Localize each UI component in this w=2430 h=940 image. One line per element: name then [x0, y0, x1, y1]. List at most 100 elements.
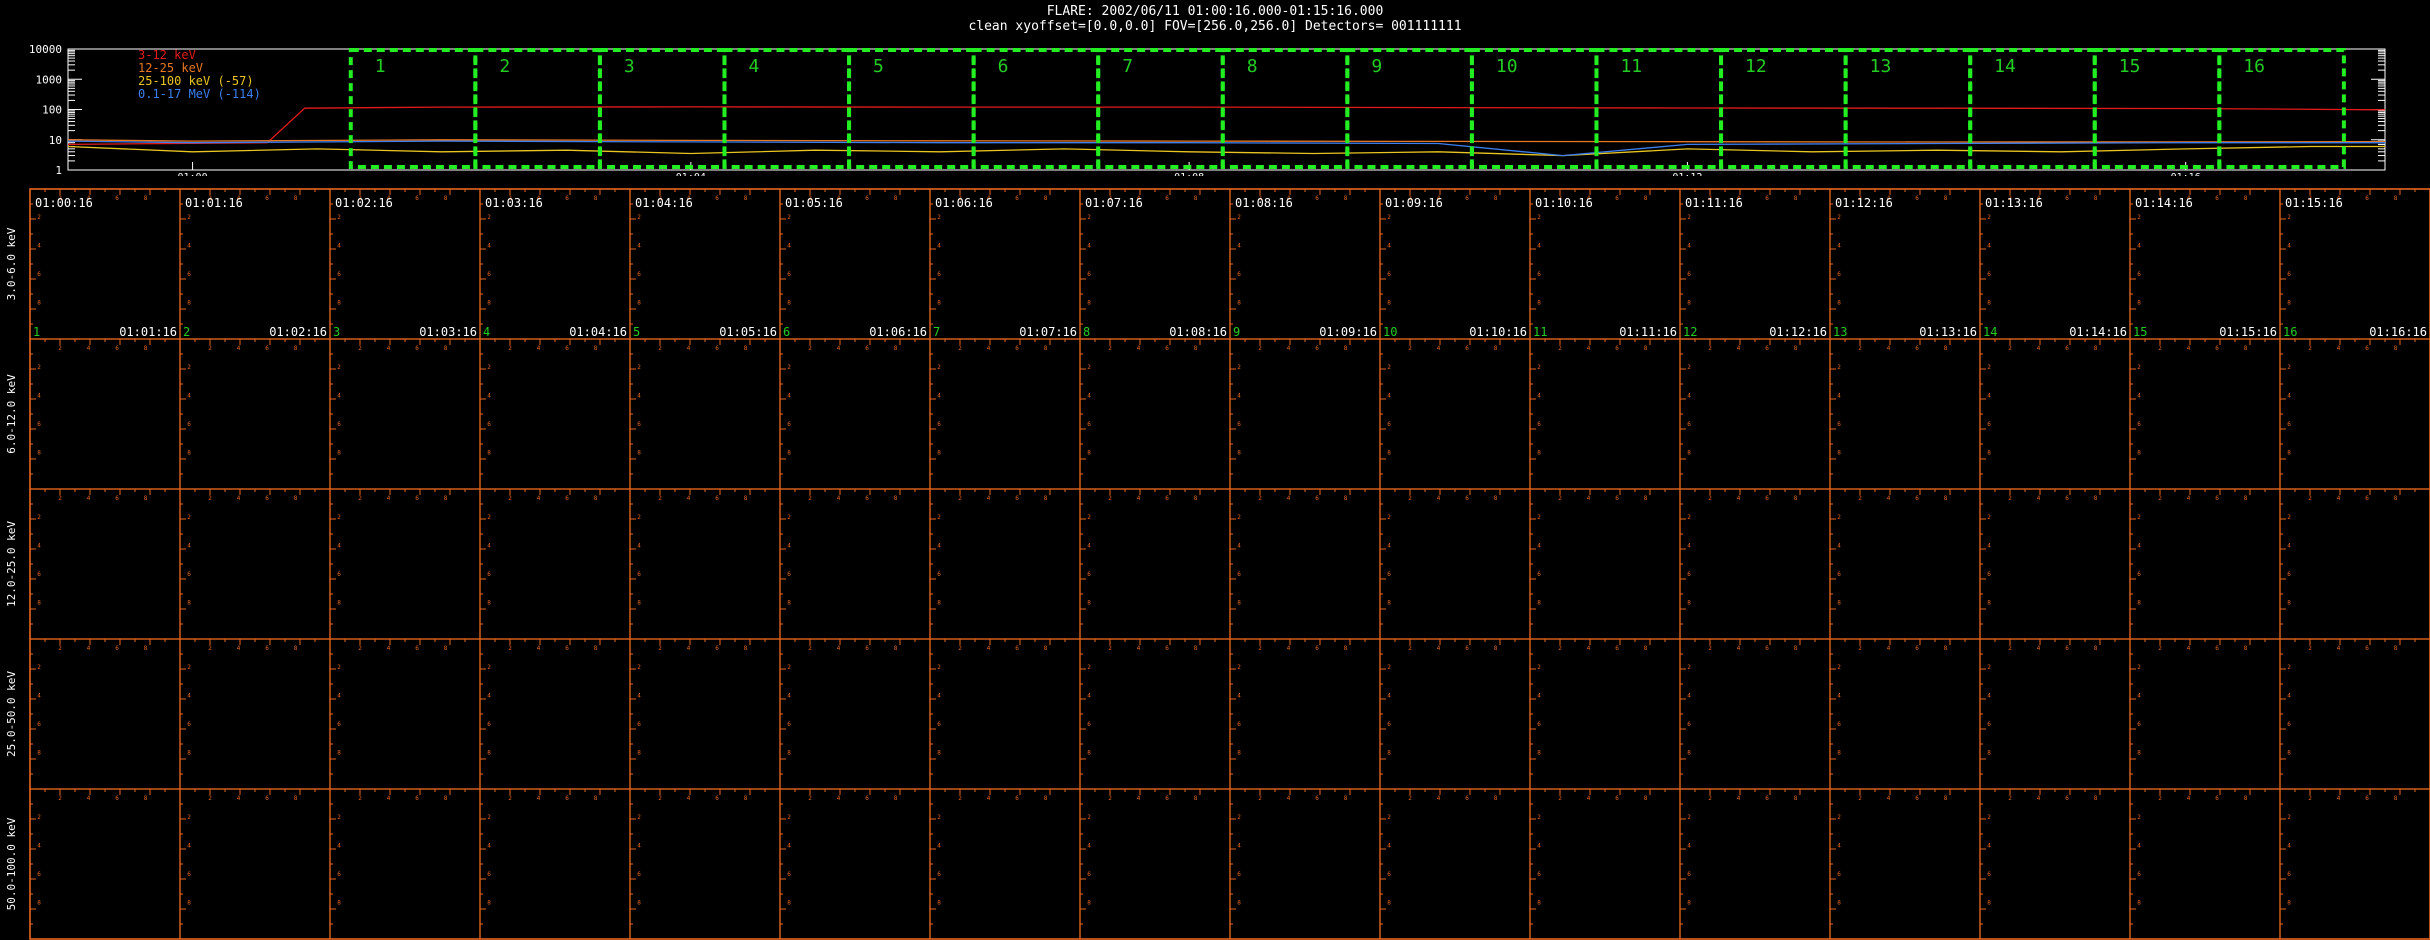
- panel-tick-label: 8: [2094, 495, 2098, 502]
- panel-tick-label: 8: [1987, 300, 1991, 307]
- panel-tick-label: 6: [1015, 795, 1019, 802]
- panel-tick-label: 2: [1708, 795, 1712, 802]
- panel-tick-label: 4: [187, 693, 191, 700]
- panel-tick-label: 6: [937, 721, 941, 728]
- panel-tick-label: 6: [337, 421, 341, 428]
- panel-tick-label: 4: [1087, 693, 1091, 700]
- interval-box-label: 5: [873, 56, 884, 77]
- interval-box-label: 10: [1496, 56, 1518, 77]
- panel-tick-label: 8: [37, 900, 41, 907]
- panel-tick-label: 2: [508, 495, 512, 502]
- panel-tick-label: 2: [937, 814, 941, 821]
- panel-tick-label: 8: [2244, 645, 2248, 652]
- panel-tick-label: 4: [2137, 243, 2141, 250]
- panel-tick-label: 8: [444, 795, 448, 802]
- panel-tick-label: 6: [2065, 495, 2069, 502]
- panel-tick-label: 8: [937, 450, 941, 457]
- panel-tick-label: 8: [787, 750, 791, 757]
- panel-tick-label: 8: [144, 195, 148, 202]
- panel-tick-label: 6: [1237, 721, 1241, 728]
- panel-tick-label: 2: [37, 664, 41, 671]
- panel-tick-label: 8: [744, 645, 748, 652]
- panel-tick-label: 6: [787, 571, 791, 578]
- panel-tick-label: 8: [1237, 750, 1241, 757]
- panel-tick-label: 6: [715, 345, 719, 352]
- panel-tick-label: 6: [1987, 271, 1991, 278]
- panel-tick-label: 6: [715, 795, 719, 802]
- y-tick-label: 1: [55, 164, 62, 176]
- legend-entry-s1: 3-12 keV: [138, 48, 196, 62]
- image-panel: [1529, 188, 1681, 340]
- panel-tick-label: 4: [387, 345, 391, 352]
- interval-box-label: 8: [1247, 56, 1258, 77]
- panel-tick-label: 4: [1087, 243, 1091, 250]
- panel-tick-label: 6: [565, 345, 569, 352]
- panel-tick-label: 8: [294, 645, 298, 652]
- panel-tick-label: 2: [2137, 814, 2141, 821]
- interval-start-time: 01:05:16: [785, 196, 843, 210]
- panel-tick-label: 8: [1344, 345, 1348, 352]
- image-panel: [179, 788, 331, 940]
- panel-tick-label: 8: [294, 495, 298, 502]
- energy-band-label: 3.0-6.0 keV: [5, 227, 18, 300]
- panel-tick-label: 8: [337, 750, 341, 757]
- interval-end-time: 01:03:16: [419, 325, 477, 339]
- panel-tick-label: 6: [1537, 871, 1541, 878]
- panel-tick-label: 6: [265, 345, 269, 352]
- panel-tick-label: 2: [937, 214, 941, 221]
- panel-tick-label: 2: [1858, 645, 1862, 652]
- panel-tick-label: 6: [637, 421, 641, 428]
- panel-tick-label: 6: [1915, 345, 1919, 352]
- panel-tick-label: 2: [808, 795, 812, 802]
- panel-tick-label: 2: [637, 664, 641, 671]
- panel-tick-label: 6: [1837, 271, 1841, 278]
- panel-tick-label: 2: [1987, 664, 1991, 671]
- panel-tick-label: 2: [1537, 814, 1541, 821]
- panel-tick-label: 8: [37, 300, 41, 307]
- panel-tick-label: 6: [1537, 721, 1541, 728]
- image-panel: [1379, 488, 1531, 640]
- image-panel: [1229, 788, 1381, 940]
- panel-tick-label: 8: [1687, 900, 1691, 907]
- image-panel: [1829, 788, 1981, 940]
- panel-tick-label: 6: [937, 271, 941, 278]
- interval-number-label: 3: [333, 325, 340, 339]
- panel-tick-label: 8: [1644, 345, 1648, 352]
- panel-tick-label: 8: [1944, 195, 1948, 202]
- panel-tick-label: 4: [337, 543, 341, 550]
- panel-tick-label: 2: [1687, 514, 1691, 521]
- panel-tick-label: 4: [1437, 645, 1441, 652]
- panel-tick-label: 6: [265, 645, 269, 652]
- panel-tick-label: 8: [1087, 600, 1091, 607]
- panel-tick-label: 8: [894, 195, 898, 202]
- interval-start-time: 01:03:16: [485, 196, 543, 210]
- panel-tick-label: 2: [1837, 664, 1841, 671]
- panel-tick-label: 4: [1887, 645, 1891, 652]
- interval-start-time: 01:04:16: [635, 196, 693, 210]
- panel-tick-label: 4: [1687, 693, 1691, 700]
- image-panel: [1079, 338, 1231, 490]
- panel-tick-label: 6: [637, 571, 641, 578]
- panel-tick-label: 6: [1015, 345, 1019, 352]
- panel-tick-label: 8: [1987, 600, 1991, 607]
- panel-tick-label: 8: [1537, 750, 1541, 757]
- panel-tick-label: 8: [1644, 495, 1648, 502]
- panel-tick-label: 6: [1765, 495, 1769, 502]
- panel-tick-label: 2: [1537, 364, 1541, 371]
- panel-tick-label: 6: [1837, 721, 1841, 728]
- panel-tick-label: 8: [1494, 645, 1498, 652]
- panel-tick-label: 8: [744, 495, 748, 502]
- interval-number-label: 12: [1683, 325, 1697, 339]
- panel-tick-label: 8: [1237, 900, 1241, 907]
- panel-tick-label: 8: [2137, 750, 2141, 757]
- y-tick-label: 100: [42, 104, 62, 117]
- panel-tick-label: 6: [1537, 571, 1541, 578]
- panel-tick-label: 2: [808, 495, 812, 502]
- panel-tick-label: 6: [1237, 271, 1241, 278]
- panel-tick-label: 6: [115, 645, 119, 652]
- image-panel: [179, 488, 331, 640]
- interval-number-label: 9: [1233, 325, 1240, 339]
- panel-tick-label: 4: [1537, 393, 1541, 400]
- image-panel: [629, 638, 781, 790]
- interval-start-time: 01:07:16: [1085, 196, 1143, 210]
